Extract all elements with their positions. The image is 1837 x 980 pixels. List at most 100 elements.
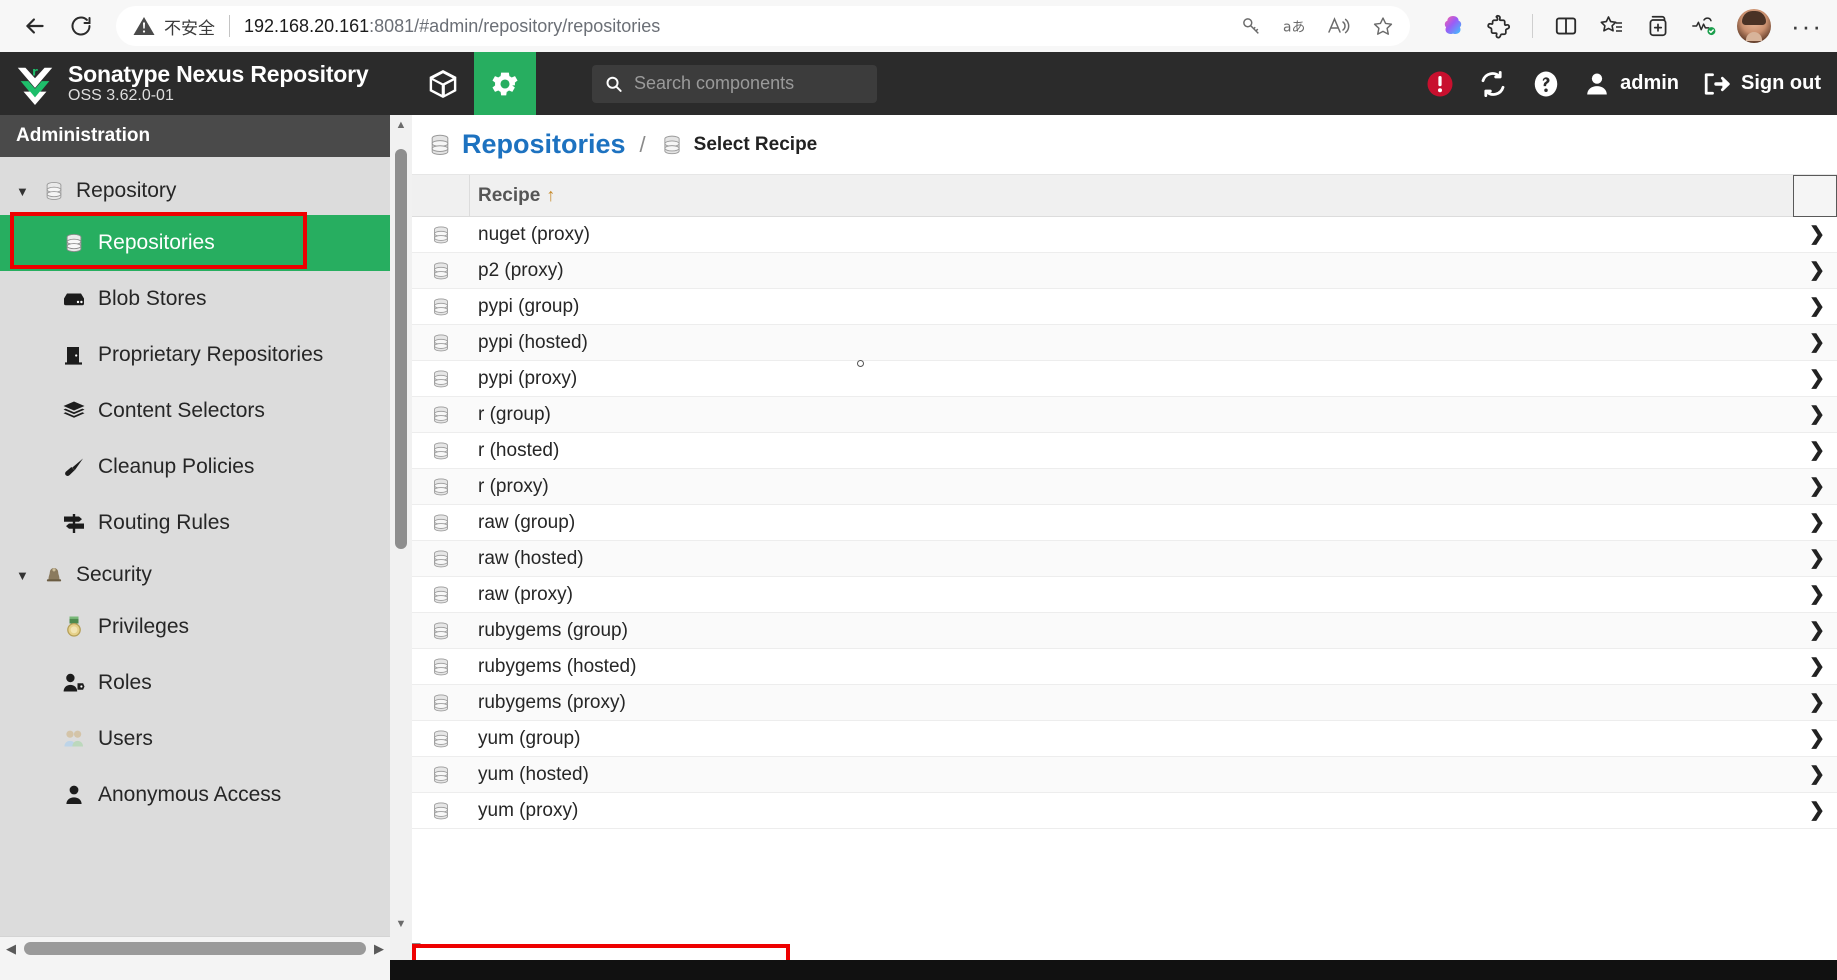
administration-button[interactable] — [474, 52, 537, 115]
star-outline-icon[interactable] — [1370, 13, 1396, 39]
sidebar-item-privileges[interactable]: Privileges — [0, 599, 390, 655]
table-row[interactable]: pypi (proxy) ❯ — [412, 361, 1837, 397]
scroll-down-arrow-icon[interactable]: ▼ — [396, 918, 407, 930]
table-row[interactable]: raw (group) ❯ — [412, 505, 1837, 541]
sidebar-item-content-selectors[interactable]: Content Selectors — [0, 383, 390, 439]
browse-button[interactable] — [412, 52, 474, 115]
database-icon — [412, 297, 470, 317]
chevron-right-icon[interactable]: ❯ — [1797, 727, 1837, 750]
table-row[interactable]: yum (hosted) ❯ — [412, 757, 1837, 793]
sign-out-label: Sign out — [1741, 72, 1821, 94]
profile-avatar[interactable] — [1737, 9, 1772, 43]
chevron-right-icon[interactable]: ❯ — [1797, 331, 1837, 354]
table-row[interactable]: nuget (proxy) ❯ — [412, 217, 1837, 253]
add-to-collection-icon[interactable] — [1645, 13, 1671, 39]
chevron-right-icon[interactable]: ❯ — [1797, 403, 1837, 426]
breadcrumb-root[interactable]: Repositories — [462, 129, 626, 160]
table-header-row: Recipe ↑ — [412, 175, 1837, 217]
chevron-right-icon[interactable]: ❯ — [1797, 799, 1837, 822]
table-row[interactable]: rubygems (proxy) ❯ — [412, 685, 1837, 721]
scroll-left-arrow-icon[interactable]: ◀ — [0, 941, 22, 957]
chevron-right-icon[interactable]: ❯ — [1797, 691, 1837, 714]
chevron-right-icon[interactable]: ❯ — [1797, 763, 1837, 786]
extensions-puzzle-icon[interactable] — [1486, 13, 1512, 39]
table-row[interactable]: pypi (group) ❯ — [412, 289, 1837, 325]
question-circle-icon[interactable] — [1531, 69, 1561, 99]
scroll-right-arrow-icon[interactable]: ▶ — [368, 941, 390, 957]
table-row[interactable]: r (group) ❯ — [412, 397, 1837, 433]
chevron-right-icon[interactable]: ❯ — [1797, 259, 1837, 282]
recipe-name: yum (hosted) — [478, 763, 589, 785]
recipe-name: pypi (proxy) — [478, 367, 578, 389]
back-button[interactable] — [14, 5, 56, 47]
sidebar-group-security[interactable]: ▼ Security — [0, 551, 390, 599]
table-row[interactable]: yum (proxy) ❯ — [412, 793, 1837, 829]
refresh-sync-icon[interactable] — [1477, 68, 1509, 100]
user-tag-icon — [62, 671, 86, 695]
chevron-right-icon[interactable]: ❯ — [1797, 367, 1837, 390]
table-row[interactable]: rubygems (group) ❯ — [412, 613, 1837, 649]
collections-star-icon[interactable] — [1599, 13, 1625, 39]
table-row[interactable]: yum (group) ❯ — [412, 721, 1837, 757]
chevron-right-icon[interactable]: ❯ — [1797, 439, 1837, 462]
sidebar-item-roles[interactable]: Roles — [0, 655, 390, 711]
sidebar-item-proprietary-repositories[interactable]: Proprietary Repositories — [0, 327, 390, 383]
search-components-box[interactable] — [592, 64, 878, 103]
split-screen-icon[interactable] — [1553, 13, 1579, 39]
search-input[interactable] — [634, 73, 866, 94]
more-ellipsis-icon[interactable]: ··· — [1791, 13, 1823, 39]
recipe-name: yum (proxy) — [478, 799, 579, 821]
address-bar[interactable]: 不安全 192.168.20.161:8081/#admin/repositor… — [116, 6, 1411, 46]
scroll-thumb[interactable] — [24, 942, 366, 955]
sidebar-item-anonymous-access[interactable]: Anonymous Access — [0, 767, 390, 823]
database-icon — [412, 333, 470, 353]
key-icon[interactable] — [1238, 13, 1264, 39]
table-row[interactable]: r (hosted) ❯ — [412, 433, 1837, 469]
chevron-right-icon[interactable]: ❯ — [1797, 475, 1837, 498]
chevron-right-icon[interactable]: ❯ — [1797, 295, 1837, 318]
sidebar-item-repositories[interactable]: Repositories — [0, 215, 390, 271]
vertical-scroll-thumb[interactable] — [395, 149, 407, 549]
column-header-recipe[interactable]: Recipe ↑ — [470, 185, 555, 207]
sidebar-item-routing-rules[interactable]: Routing Rules — [0, 495, 390, 551]
sidebar-item-users[interactable]: Users — [0, 711, 390, 767]
table-row[interactable]: raw (proxy) ❯ — [412, 577, 1837, 613]
translate-icon[interactable]: aあ — [1282, 13, 1308, 39]
sidebar-item-cleanup-policies[interactable]: Cleanup Policies — [0, 439, 390, 495]
sidebar-group-repository[interactable]: ▼ Repository — [0, 167, 390, 215]
read-aloud-icon[interactable] — [1326, 13, 1352, 39]
breadcrumb-current: Select Recipe — [693, 133, 818, 155]
alert-circle-icon[interactable] — [1425, 69, 1455, 99]
browser-essentials-icon[interactable] — [1691, 13, 1717, 39]
chevron-right-icon[interactable]: ❯ — [1797, 547, 1837, 570]
scroll-up-arrow-icon[interactable]: ▲ — [396, 119, 407, 131]
table-row[interactable]: r (proxy) ❯ — [412, 469, 1837, 505]
chevron-right-icon[interactable]: ❯ — [1797, 223, 1837, 246]
table-row[interactable]: raw (hosted) ❯ — [412, 541, 1837, 577]
copilot-brain-icon[interactable] — [1440, 13, 1466, 39]
url-path: :8081/#admin/repository/repositories — [369, 15, 661, 36]
product-name: Sonatype Nexus Repository — [68, 61, 369, 88]
sign-out-button[interactable]: Sign out — [1701, 70, 1821, 98]
table-header-corner-cell[interactable] — [1793, 175, 1837, 217]
sidebar-group-label: Repository — [76, 179, 177, 202]
recipe-name: pypi (group) — [478, 295, 580, 317]
table-row[interactable]: pypi (hosted) ❯ — [412, 325, 1837, 361]
column-header-label: Recipe — [478, 184, 541, 206]
database-icon — [412, 621, 470, 641]
current-user[interactable]: admin — [1583, 70, 1679, 98]
chevron-right-icon[interactable]: ❯ — [1797, 619, 1837, 642]
sidebar-horizontal-scrollbar[interactable]: ◀ ▶ — [0, 936, 390, 960]
chevron-right-icon[interactable]: ❯ — [1797, 511, 1837, 534]
database-icon — [412, 585, 470, 605]
table-row[interactable]: rubygems (hosted) ❯ — [412, 649, 1837, 685]
brand[interactable]: r Sonatype Nexus Repository OSS 3.62.0-0… — [0, 61, 369, 106]
chevron-right-icon[interactable]: ❯ — [1797, 583, 1837, 606]
database-icon — [42, 179, 66, 203]
table-row[interactable]: p2 (proxy) ❯ — [412, 253, 1837, 289]
reload-button[interactable] — [60, 5, 102, 47]
sidebar-item-blob-stores[interactable]: Blob Stores — [0, 271, 390, 327]
database-icon — [412, 729, 470, 749]
chevron-right-icon[interactable]: ❯ — [1797, 655, 1837, 678]
page-vertical-scrollbar[interactable]: ▲ ▼ — [390, 115, 412, 960]
